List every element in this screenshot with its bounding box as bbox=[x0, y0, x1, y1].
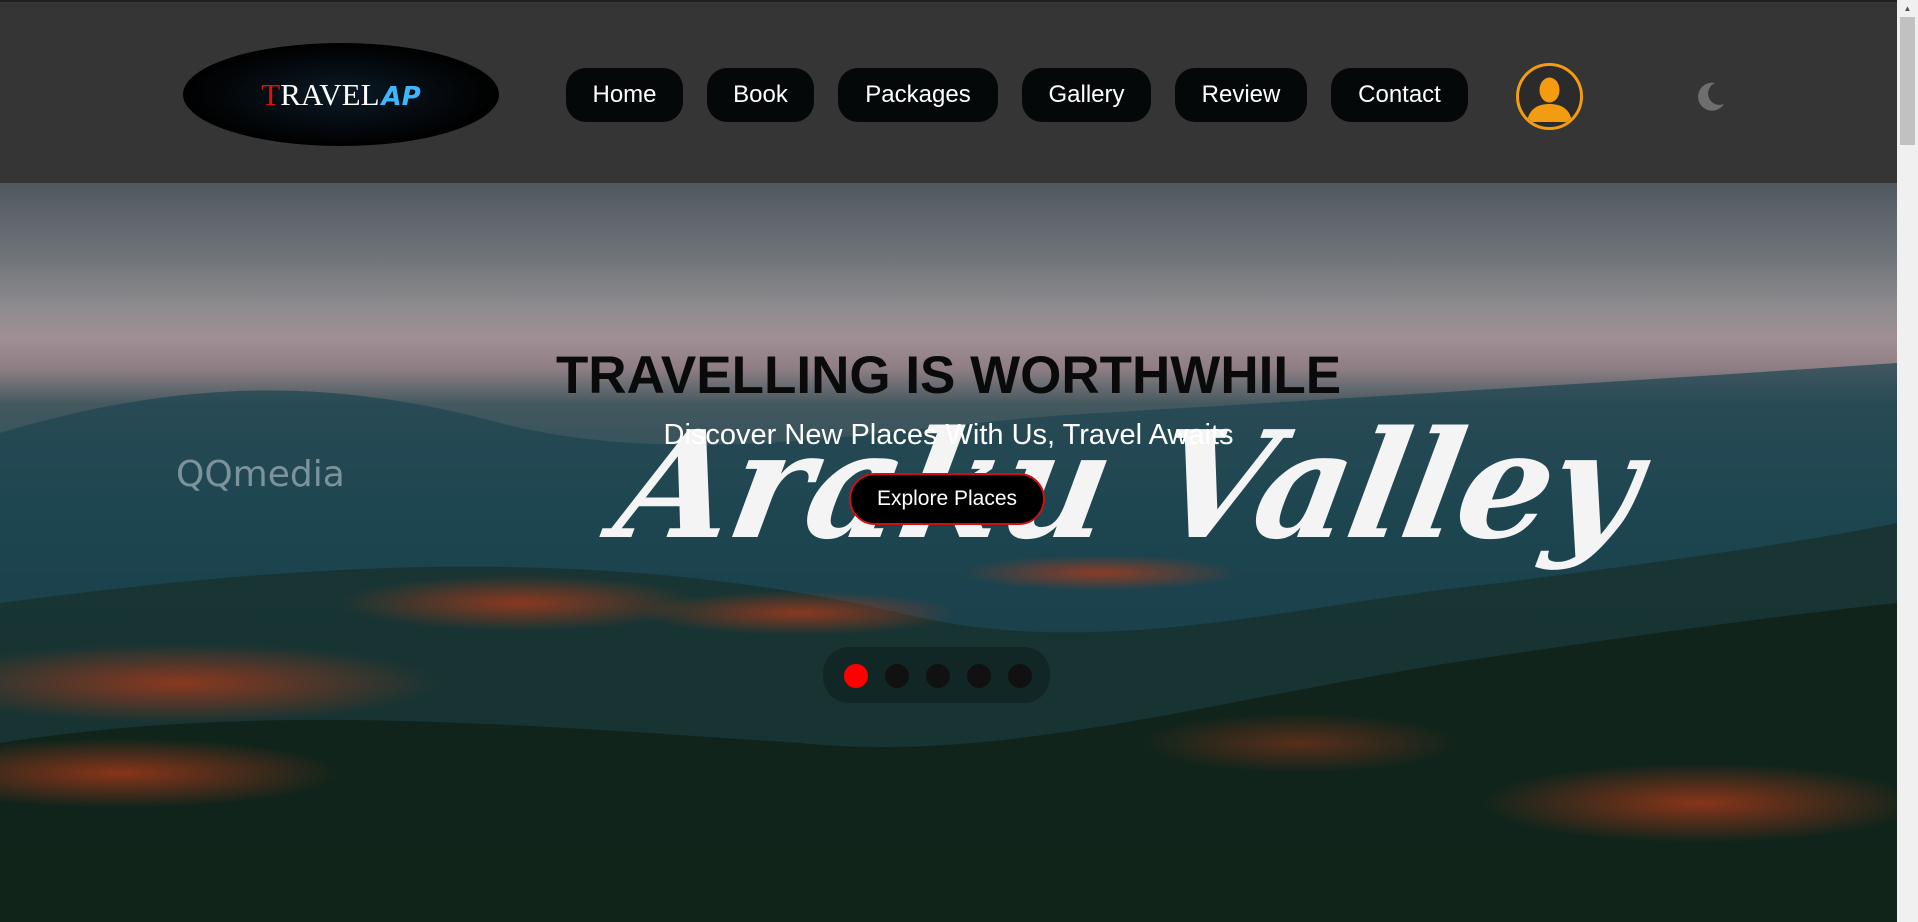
nav-gallery[interactable]: Gallery bbox=[1022, 68, 1151, 122]
site-logo[interactable]: TRAVELAP bbox=[183, 43, 499, 146]
scrollbar-thumb[interactable] bbox=[1900, 17, 1915, 145]
explore-places-button[interactable]: Explore Places bbox=[849, 473, 1045, 525]
nav-contact[interactable]: Contact bbox=[1331, 68, 1468, 122]
slider-dot-5[interactable] bbox=[1008, 664, 1032, 688]
page-scrollbar[interactable]: ▲ bbox=[1897, 0, 1918, 922]
moon-icon[interactable] bbox=[1693, 80, 1727, 114]
slider-dot-4[interactable] bbox=[967, 664, 991, 688]
slider-dot-1[interactable] bbox=[844, 664, 868, 688]
hero-subtitle: Discover New Places With Us, Travel Awai… bbox=[663, 419, 1234, 451]
site-header: TRAVELAP Home Book Packages Gallery Revi… bbox=[0, 0, 1897, 183]
slider-dot-3[interactable] bbox=[926, 664, 950, 688]
scroll-up-arrow-icon[interactable]: ▲ bbox=[1897, 0, 1918, 17]
nav-review[interactable]: Review bbox=[1175, 68, 1307, 122]
slider-dot-2[interactable] bbox=[885, 664, 909, 688]
logo-word: RAVEL bbox=[280, 76, 380, 112]
page: TRAVELAP Home Book Packages Gallery Revi… bbox=[0, 0, 1918, 922]
video-watermark: QQmedia bbox=[176, 454, 345, 495]
logo-suffix: AP bbox=[381, 81, 421, 112]
nav-book[interactable]: Book bbox=[707, 68, 814, 122]
hero-section: QQmedia Araku Valley TRAVELLING IS WORTH… bbox=[0, 183, 1897, 922]
logo-first-letter: T bbox=[261, 76, 281, 112]
hero-title: TRAVELLING IS WORTHWHILE bbox=[555, 346, 1342, 405]
user-avatar-icon[interactable] bbox=[1516, 63, 1583, 130]
logo-text: TRAVELAP bbox=[261, 77, 420, 113]
nav-packages[interactable]: Packages bbox=[838, 68, 998, 122]
slider-pagination bbox=[823, 647, 1050, 703]
nav-home[interactable]: Home bbox=[566, 68, 683, 122]
